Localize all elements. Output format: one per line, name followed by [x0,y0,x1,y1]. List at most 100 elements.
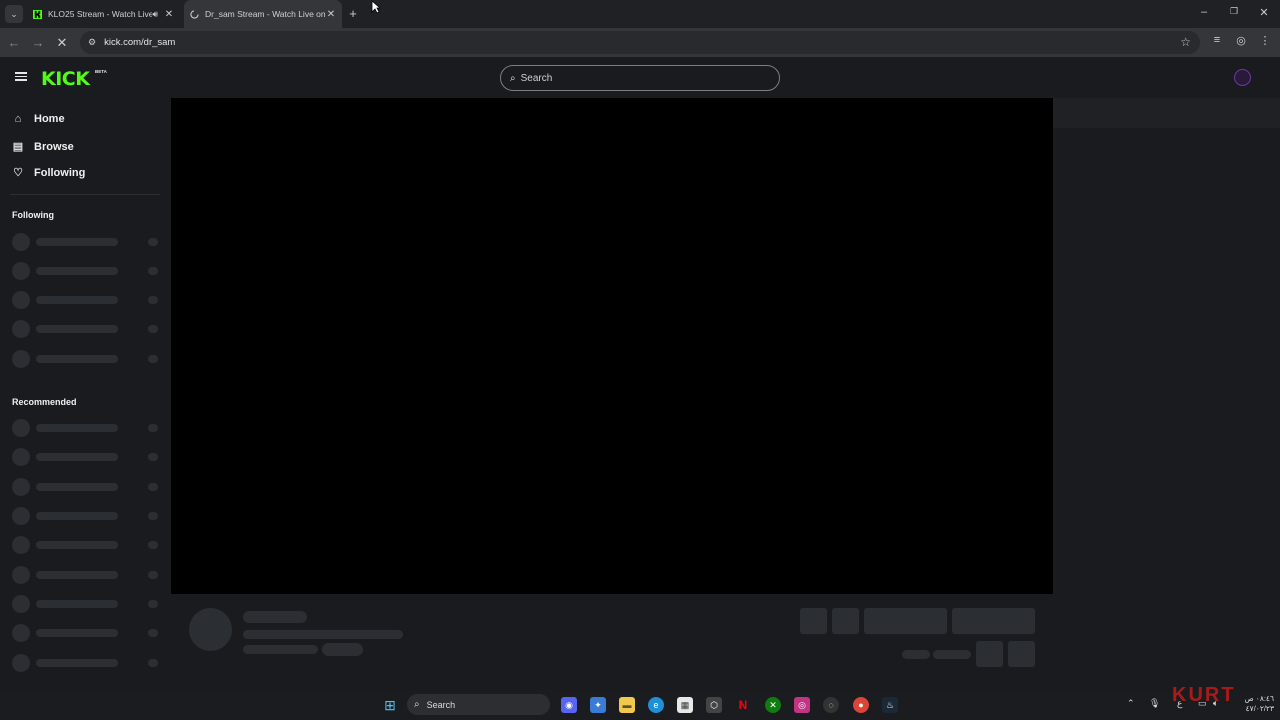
channel-skeleton [12,233,160,251]
channel-skeleton [12,478,160,496]
sidebar-item-label: Browse [34,140,74,153]
clock[interactable]: ٠٨:٤٦ ص ٤٧/٠٢/٢٣ [1230,694,1274,714]
channel-skeleton [12,262,160,280]
app-icon[interactable]: ⬡ [706,697,722,713]
channel-skeleton [12,419,160,437]
sidebar-item-following[interactable]: ♡ Following [12,166,86,180]
instagram-icon[interactable]: ◎ [794,697,810,713]
kick-logo[interactable]: KICK [41,68,90,90]
sidebar-item-label: Home [34,113,65,125]
kurt-watermark: KURT [1172,684,1236,706]
speaker-icon[interactable]: 🔊︎ [152,9,158,20]
heart-icon: ♡ [13,167,23,179]
steam-icon[interactable]: ♨ [882,697,898,713]
site-info-icon[interactable]: ⚙ [88,37,96,48]
uptime-skeleton [933,650,971,659]
home-icon: ⌂ [14,113,22,125]
taskbar-search-label: Search [426,699,456,710]
channel-skeleton [12,536,160,554]
user-avatar[interactable] [1234,69,1251,86]
beta-badge: BETA [95,69,107,74]
kick-icon [33,9,42,19]
discord-icon[interactable]: ◉ [561,697,577,713]
search-icon: ⌕ [414,699,420,710]
chat-header-skeleton [1053,98,1280,128]
share-button-skeleton [976,641,1003,667]
taskbar [0,690,1280,720]
tag-skeleton [322,643,363,656]
chrome-icon[interactable]: ● [853,697,869,713]
close-window-icon[interactable]: ✕ [1256,6,1272,19]
video-player[interactable] [171,98,1053,594]
channel-skeleton [12,448,160,466]
clock-date: ٤٧/٠٢/٢٣ [1245,704,1274,713]
channel-skeleton [12,654,160,672]
more-button-skeleton [1008,641,1035,667]
tab-title: KLO25 Stream - Watch Live [48,9,153,19]
tab-title: Dr_sam Stream - Watch Live on [205,9,326,19]
taskbar-search[interactable]: ⌕ Search [407,694,550,715]
channel-skeleton [12,320,160,338]
sidebar-item-label: Following [34,166,86,179]
site-header: KICK BETA ⌕ Search [0,57,1280,98]
mouse-cursor [371,0,381,14]
edge-icon[interactable]: e [648,697,664,713]
following-header: Following [12,210,54,220]
show-hidden-icons[interactable]: ⌃ [1127,698,1135,709]
action-button-skeleton [800,608,827,634]
channel-skeleton [12,595,160,613]
streamer-name-skeleton [243,611,307,623]
copilot-icon[interactable]: ✦ [590,697,606,713]
toolbar: ← → ✕ ⚙ kick.com/dr_sam ☆ [0,28,1280,57]
close-tab-icon[interactable]: ✕ [326,9,336,20]
sidebar-divider [10,194,160,195]
search-placeholder: Search [520,72,553,84]
sidebar: ⌂ Home ▤ Browse ♡ Following Following Re… [0,98,170,690]
windows-start-icon[interactable]: ⊞ [382,697,398,713]
channel-skeleton [12,566,160,584]
tab-search-button[interactable]: ⌄ [5,5,23,23]
menu-kebab-icon[interactable]: ⋮ [1257,34,1273,47]
stop-loading-icon[interactable]: ✕ [54,35,70,51]
back-icon[interactable]: ← [6,35,22,50]
viewer-count-skeleton [902,650,930,659]
search-icon: ⌕ [510,72,516,84]
action-button-skeleton [832,608,859,634]
forward-icon[interactable]: → [30,35,46,50]
streamer-avatar-skeleton [189,608,232,651]
follow-button-skeleton [864,608,947,634]
channel-skeleton [12,350,160,368]
close-tab-icon[interactable]: ✕ [164,9,174,20]
loading-icon [190,9,199,19]
channel-skeleton [12,291,160,309]
browse-icon: ▤ [12,141,24,153]
recommended-header: Recommended [12,397,77,407]
clock-time: ٠٨:٤٦ ص [1244,694,1274,703]
app-icon[interactable]: ◌ [823,697,839,713]
sidebar-item-browse[interactable]: ▤ Browse [12,140,74,154]
tab-klo25[interactable]: KLO25 Stream - Watch Live 🔊︎ ✕ [27,0,180,28]
store-icon[interactable]: ▦ [677,697,693,713]
hamburger-menu-icon[interactable] [15,72,27,81]
file-explorer-icon[interactable]: ▬ [619,697,635,713]
bookmark-star-icon[interactable]: ☆ [1180,35,1191,49]
restore-icon[interactable]: ❐ [1226,6,1242,17]
netflix-icon[interactable]: N [735,697,751,713]
stream-title-skeleton [243,630,403,639]
url-text: kick.com/dr_sam [104,37,176,48]
channel-skeleton [12,507,160,525]
address-bar[interactable]: ⚙ kick.com/dr_sam ☆ [80,31,1200,54]
sidebar-item-home[interactable]: ⌂ Home [12,113,65,125]
category-skeleton [243,645,318,654]
subscribe-button-skeleton [952,608,1035,634]
media-control-icon[interactable]: ≡ [1209,34,1225,46]
minimize-icon[interactable]: – [1196,6,1212,18]
channel-skeleton [12,624,160,642]
tab-strip: ⌄ KLO25 Stream - Watch Live 🔊︎ ✕ Dr_sam … [0,0,1280,28]
new-tab-button[interactable]: + [346,6,360,21]
microphone-icon[interactable]: 🎙︎ [1149,698,1160,709]
tab-dr-sam[interactable]: Dr_sam Stream - Watch Live on ✕ [184,0,342,28]
profile-icon[interactable]: ◎ [1233,34,1249,47]
search-input[interactable]: ⌕ Search [500,65,780,91]
xbox-icon[interactable]: ✕ [765,697,781,713]
